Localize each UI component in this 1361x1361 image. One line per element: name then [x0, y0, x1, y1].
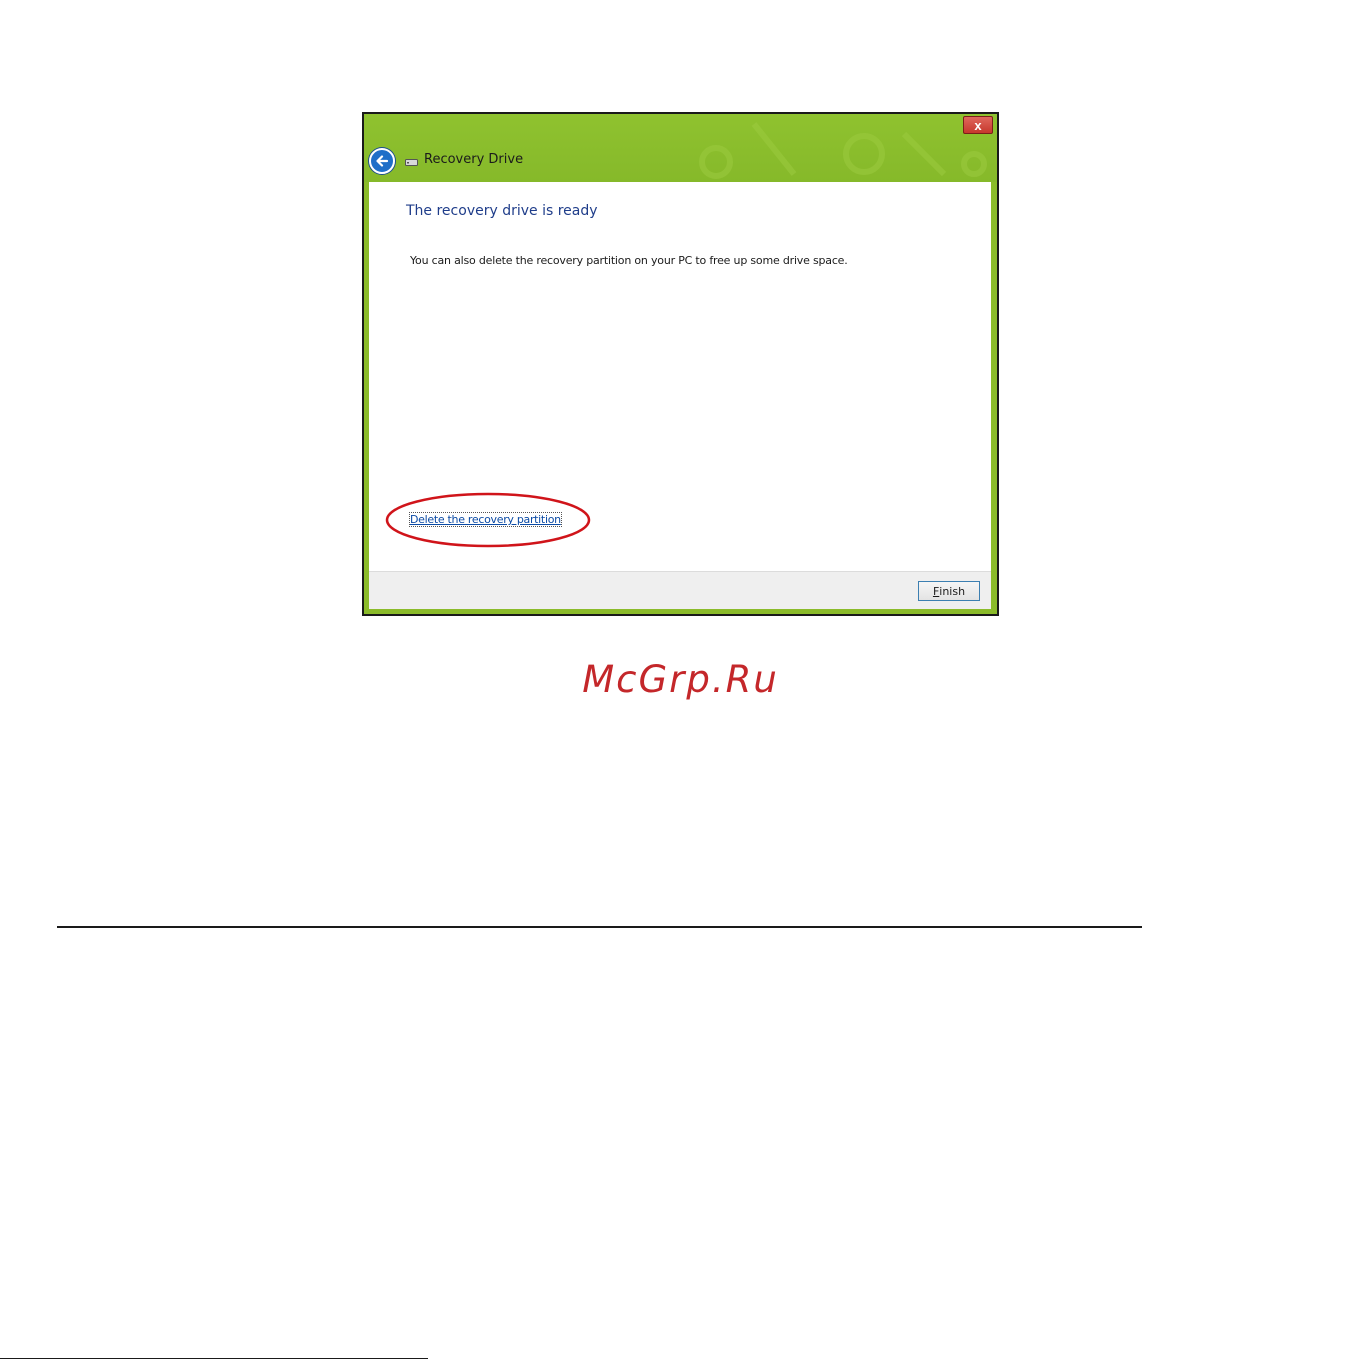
footer-bar: Finish [369, 571, 991, 609]
arrow-left-icon [376, 155, 389, 167]
finish-label: inish [939, 584, 966, 598]
back-button[interactable] [369, 148, 395, 174]
close-icon: x [974, 117, 982, 133]
watermark: McGrp.Ru [582, 658, 779, 701]
horizontal-rule [57, 926, 1142, 928]
delete-recovery-partition-link[interactable]: Delete the recovery partition [409, 512, 562, 527]
window-title: Recovery Drive [424, 152, 524, 167]
background-decoration [699, 122, 987, 179]
content-pane: The recovery drive is ready You can also… [369, 182, 991, 571]
drive-icon [405, 159, 418, 166]
description-text: You can also delete the recovery partiti… [410, 254, 848, 267]
footnote-rule [0, 1358, 428, 1359]
recovery-drive-window: x Recovery Drive The recovery drive is r… [362, 112, 999, 616]
close-button[interactable]: x [963, 116, 993, 134]
title-bar: x Recovery Drive [364, 114, 997, 182]
page-heading: The recovery drive is ready [406, 203, 598, 219]
finish-button[interactable]: Finish [918, 581, 980, 601]
